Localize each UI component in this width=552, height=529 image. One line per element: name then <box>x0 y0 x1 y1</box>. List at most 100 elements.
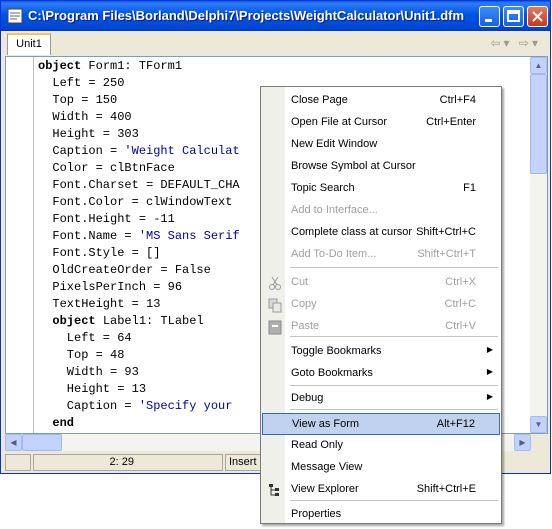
code-line: Font.Height = -11 <box>38 212 175 226</box>
code-line: object Form1: TForm1 <box>38 59 183 73</box>
menu-item-label: Complete class at cursor <box>291 226 413 238</box>
code-line: Font.Charset = DEFAULT_CHA <box>38 178 240 192</box>
menu-item-label: Close Page <box>291 94 348 106</box>
menu-item-label: Topic Search <box>291 182 355 194</box>
tab-strip: Unit1 ⇦▾ ⇨▾ <box>4 31 549 55</box>
gutter-divider <box>33 57 34 433</box>
scroll-right-button[interactable]: ▶ <box>514 434 531 451</box>
menu-item-label: Browse Symbol at Cursor <box>291 160 416 172</box>
code-line: Left = 64 <box>38 331 132 345</box>
window-title: C:\Program Files\Borland\Delphi7\Project… <box>28 8 465 23</box>
submenu-arrow-icon: ▶ <box>486 367 493 376</box>
menu-item-label: Add To-Do Item... <box>291 248 377 260</box>
menu-item-cut[interactable]: Cut Ctrl+X <box>262 272 500 294</box>
menu-item-paste[interactable]: Paste Ctrl+V <box>262 316 500 338</box>
menu-item-shortcut: Ctrl+Enter <box>426 116 476 128</box>
menu-item-open-file-at-cursor[interactable]: Open File at Cursor Ctrl+Enter <box>262 112 500 134</box>
vertical-scroll-thumb[interactable] <box>530 74 547 174</box>
close-icon <box>532 11 543 22</box>
menu-item-properties[interactable]: Properties <box>262 504 500 526</box>
tab-unit1[interactable]: Unit1 <box>7 33 51 55</box>
menu-item-label: Goto Bookmarks <box>291 367 373 379</box>
menu-item-label: Copy <box>291 298 317 310</box>
code-line: Font.Color = clWindowText <box>38 195 233 209</box>
status-modified-cell <box>5 454 31 471</box>
code-line: PixelsPerInch = 96 <box>38 280 183 294</box>
code-line: Color = clBtnFace <box>38 161 175 175</box>
paste-icon <box>268 320 282 335</box>
code-line: Top = 48 <box>38 348 125 362</box>
menu-item-add-to-interface[interactable]: Add to Interface... <box>262 200 500 222</box>
menu-item-label: Read Only <box>291 439 343 451</box>
code-line: Font.Name = 'MS Sans Serif <box>38 229 240 243</box>
menu-item-label: Cut <box>291 276 309 288</box>
scroll-up-button[interactable]: ▲ <box>530 57 547 74</box>
back-arrow-icon[interactable]: ⇦ <box>490 36 503 50</box>
code-line: Font.Style = [] <box>38 246 161 260</box>
scissors-icon <box>269 276 281 290</box>
menu-item-label: Debug <box>291 392 324 404</box>
menu-item-shortcut: Shift+Ctrl+E <box>416 483 476 495</box>
code-line: object Label1: TLabel <box>52 314 204 328</box>
menu-item-label: View Explorer <box>291 483 359 495</box>
submenu-arrow-icon: ▶ <box>486 345 493 354</box>
code-line: Caption = 'Weight Calculat <box>38 144 240 158</box>
minimize-icon <box>485 19 492 22</box>
code-text[interactable]: object Form1: TForm1 Left = 250 Top = 15… <box>38 58 240 432</box>
delphi-app-icon <box>7 8 23 24</box>
minimize-button[interactable] <box>479 6 500 27</box>
close-window-button[interactable] <box>527 6 548 27</box>
explorer-icon <box>269 484 279 496</box>
menu-item-debug[interactable]: Debug ▶ <box>262 388 500 410</box>
vertical-scrollbar[interactable]: ▲ ▼ <box>530 57 547 433</box>
copy-icon <box>268 298 282 313</box>
forward-arrow-icon[interactable]: ⇨ <box>519 36 532 50</box>
menu-separator <box>290 385 498 386</box>
menu-item-add-to-do-item[interactable]: Add To-Do Item... Shift+Ctrl+T <box>262 244 500 266</box>
menu-item-goto-bookmarks[interactable]: Goto Bookmarks ▶ <box>262 363 500 385</box>
code-line: Width = 93 <box>38 365 139 379</box>
menu-item-label: Message View <box>291 461 363 473</box>
menu-item-new-edit-window[interactable]: New Edit Window <box>262 134 500 156</box>
menu-item-label: New Edit Window <box>291 138 378 150</box>
menu-item-copy[interactable]: Copy Ctrl+C <box>262 294 500 316</box>
menu-item-label: Add to Interface... <box>291 204 378 216</box>
menu-item-toggle-bookmarks[interactable]: Toggle Bookmarks ▶ <box>262 341 500 363</box>
menu-item-message-view[interactable]: Message View <box>262 457 500 479</box>
maximize-button[interactable] <box>503 6 524 27</box>
submenu-arrow-icon: ▶ <box>486 392 493 401</box>
code-line: Left = 250 <box>38 76 125 90</box>
code-line: OldCreateOrder = False <box>38 263 211 277</box>
menu-item-browse-symbol-at-cursor[interactable]: Browse Symbol at Cursor <box>262 156 500 178</box>
menu-item-shortcut: Alt+F12 <box>436 418 475 430</box>
menu-item-label: Paste <box>291 320 320 332</box>
horizontal-scroll-thumb[interactable] <box>22 434 62 451</box>
menu-item-close-page[interactable]: Close Page Ctrl+F4 <box>262 90 500 112</box>
menu-item-label: Properties <box>291 508 342 520</box>
cursor-position: 2: 29 <box>33 454 223 471</box>
menu-item-complete-class-at-cursor[interactable]: Complete class at cursor Shift+Ctrl+C <box>262 222 500 244</box>
editor-gutter[interactable] <box>6 57 32 433</box>
code-line: Caption = 'Specify your <box>38 399 233 413</box>
menu-item-label: Open File at Cursor <box>291 116 387 128</box>
code-line: Width = 400 <box>38 110 132 124</box>
menu-item-shortcut: F1 <box>463 182 476 194</box>
tab-label: Unit1 <box>16 38 42 50</box>
menu-item-shortcut: Shift+Ctrl+C <box>416 226 476 238</box>
menu-item-shortcut: Ctrl+F4 <box>439 94 476 106</box>
menu-item-shortcut: Ctrl+C <box>444 298 476 310</box>
menu-item-shortcut: Shift+Ctrl+T <box>417 248 476 260</box>
menu-item-view-as-form[interactable]: View as Form Alt+F12 <box>262 413 500 435</box>
menu-item-label: View as Form <box>292 418 360 430</box>
menu-item-read-only[interactable]: Read Only <box>262 435 500 457</box>
code-line: TextHeight = 13 <box>38 297 161 311</box>
nav-buttons: ⇦▾ ⇨▾ <box>490 36 541 50</box>
title-bar[interactable]: C:\Program Files\Borland\Delphi7\Project… <box>1 1 550 31</box>
menu-item-view-explorer[interactable]: View Explorer Shift+Ctrl+E <box>262 479 500 501</box>
menu-item-topic-search[interactable]: Topic Search F1 <box>262 178 500 200</box>
scroll-left-button[interactable]: ◀ <box>5 434 22 451</box>
scroll-down-button[interactable]: ▼ <box>530 416 547 433</box>
code-line: Height = 303 <box>38 127 139 141</box>
menu-item-shortcut: Ctrl+X <box>445 276 476 288</box>
menu-item-label: Toggle Bookmarks <box>291 345 382 357</box>
